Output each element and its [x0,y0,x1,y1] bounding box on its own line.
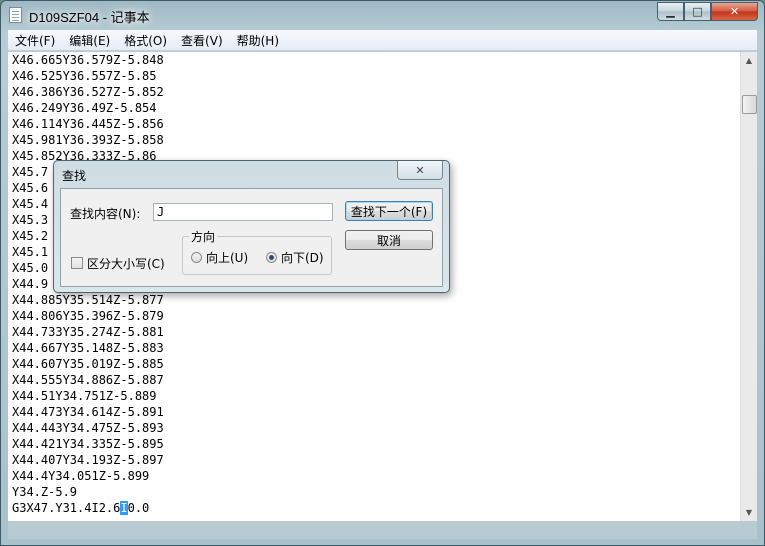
chevron-up-icon: ▲ [745,56,753,65]
dialog-title: 查找 [62,169,87,183]
scroll-up-button[interactable]: ▲ [741,52,757,69]
find-what-input[interactable]: J [153,203,333,221]
editor-line: X44.667Y35.148Z-5.883 [12,341,164,355]
editor-line: X46.114Y36.445Z-5.856 [12,117,164,131]
find-dialog: 查找 ✕ 查找内容(N): J 查找下一个(F) 取消 方向 向上(U) 向下(… [53,160,450,293]
find-next-button[interactable]: 查找下一个(F) [345,201,433,221]
window-bottom-frame [8,521,757,539]
editor-line: X44.473Y34.614Z-5.891 [12,405,164,419]
editor-line: X44.806Y35.396Z-5.879 [12,309,164,323]
minimize-icon: ▁ [666,5,675,18]
vertical-scrollbar[interactable]: ▲ ▼ [740,52,757,521]
scroll-thumb[interactable] [742,95,757,114]
line-text: G3X47.Y31.4I2.6 [12,501,121,515]
cancel-button[interactable]: 取消 [345,230,433,250]
editor-line: X45.981Y36.393Z-5.858 [12,133,164,147]
editor-line: X46.386Y36.527Z-5.852 [12,85,164,99]
close-icon: ✕ [415,163,425,177]
menu-format[interactable]: 格式(O) [117,32,174,49]
minimize-button[interactable]: ▁ [657,2,684,21]
match-case-label[interactable]: 区分大小写(C) [87,255,165,272]
menu-view[interactable]: 查看(V) [174,32,230,49]
direction-down-label[interactable]: 向下(D) [281,249,324,266]
direction-label: 方向 [189,228,218,245]
editor-line: X44.407Y34.193Z-5.897 [12,453,164,467]
direction-down-radio[interactable] [266,252,277,263]
editor-line-current: G3X47.Y31.4I2.6I0.0 [8,500,740,516]
scroll-down-button[interactable]: ▼ [741,504,757,521]
editor-line: Y34.Z-5.9 [12,485,78,499]
find-what-label: 查找内容(N): [70,207,141,221]
title-bar[interactable]: D109SZF04 - 记事本 ▁ □ ✕ [1,1,764,29]
editor-line: X46.665Y36.579Z-5.848 [12,53,164,67]
editor-line: X44.885Y35.514Z-5.877 [12,293,164,307]
menu-edit[interactable]: 编辑(E) [62,32,117,49]
direction-up-label[interactable]: 向上(U) [206,249,248,266]
selected-text: I [120,501,128,515]
editor-line: X46.249Y36.49Z-5.854 [12,101,157,115]
editor-line: X44.51Y34.751Z-5.889 [12,389,157,403]
notepad-icon [9,7,22,23]
close-button[interactable]: ✕ [711,2,758,21]
menu-file[interactable]: 文件(F) [8,32,62,49]
dialog-body: 查找内容(N): J 查找下一个(F) 取消 方向 向上(U) 向下(D) 区分… [60,188,443,287]
match-case-checkbox[interactable] [71,257,83,269]
maximize-button[interactable]: □ [684,2,711,21]
direction-up-radio[interactable] [191,252,202,263]
menu-bar: 文件(F) 编辑(E) 格式(O) 查看(V) 帮助(H) [8,30,757,51]
window-title: D109SZF04 - 记事本 [29,10,150,25]
close-icon: ✕ [729,5,740,18]
dialog-close-button[interactable]: ✕ [397,161,443,180]
editor-line: X44.421Y34.335Z-5.895 [12,437,164,451]
editor-line: X44.555Y34.886Z-5.887 [12,373,164,387]
editor-line: X44.443Y34.475Z-5.893 [12,421,164,435]
chevron-down-icon: ▼ [745,508,753,517]
menu-help[interactable]: 帮助(H) [230,32,286,49]
editor-line: X46.525Y36.557Z-5.85 [12,69,157,83]
editor-line: X44.607Y35.019Z-5.885 [12,357,164,371]
editor-line: X44.4Y34.051Z-5.899 [12,469,150,483]
line-text: 0.0 [127,501,150,515]
maximize-icon: □ [692,5,703,18]
editor-line: X44.733Y35.274Z-5.881 [12,325,164,339]
